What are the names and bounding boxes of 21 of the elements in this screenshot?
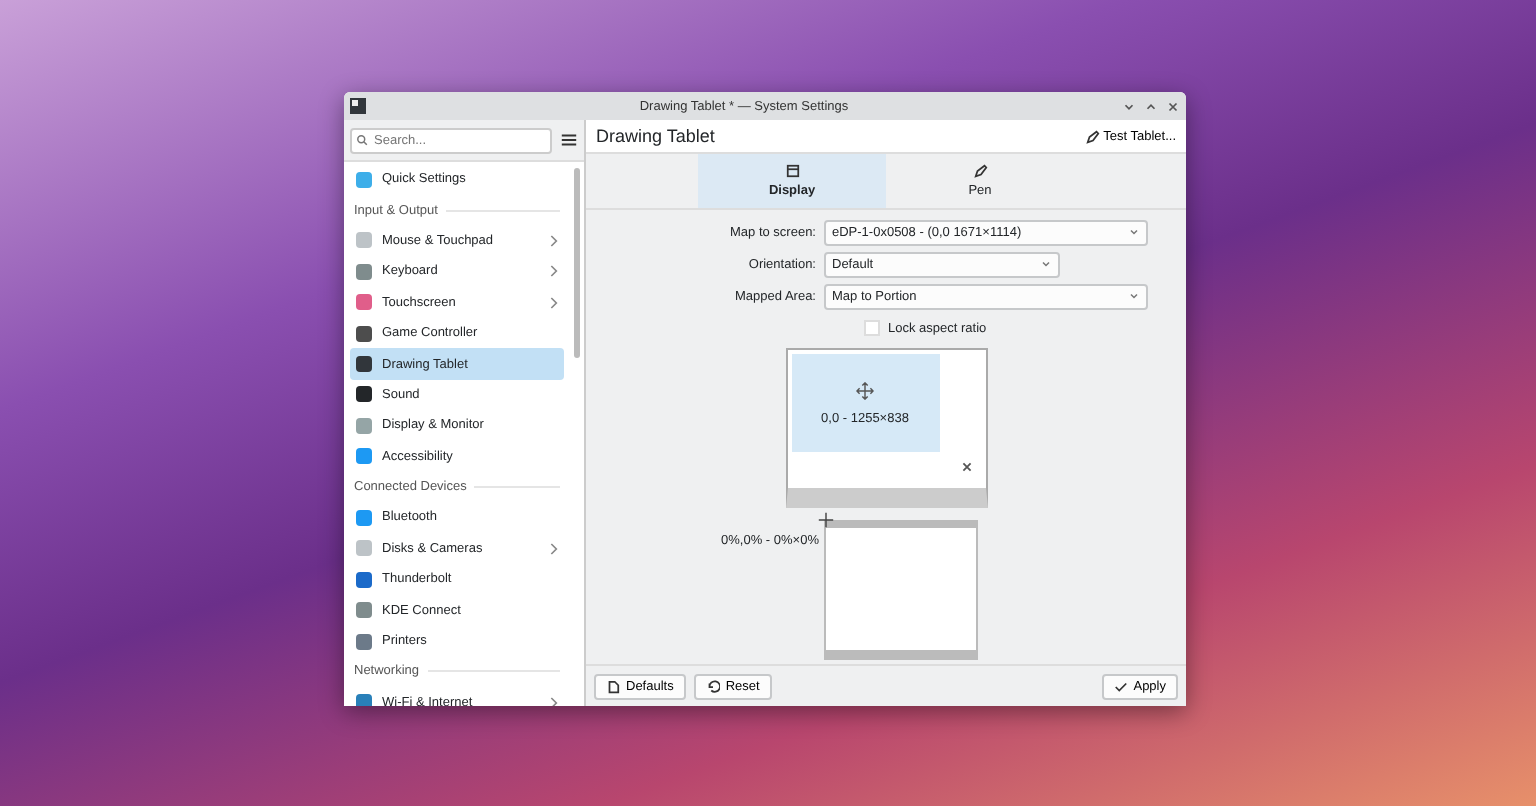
checkmark-icon (1113, 679, 1128, 693)
page-title: Drawing Tablet (596, 126, 715, 146)
close-icon[interactable] (1166, 99, 1180, 113)
search-icon (356, 133, 368, 145)
display-icon (785, 164, 799, 178)
maximize-icon[interactable] (1144, 99, 1158, 113)
app-icon (350, 98, 366, 114)
move-icon[interactable] (817, 512, 833, 528)
minimize-icon[interactable] (1122, 99, 1136, 113)
caret-icon (1128, 226, 1140, 238)
scrollbar[interactable] (574, 168, 580, 358)
pen-icon (973, 164, 987, 178)
caret-icon (1040, 258, 1052, 270)
fit-icon[interactable] (957, 458, 975, 476)
undo-icon (705, 679, 720, 693)
menu-icon[interactable] (560, 132, 578, 148)
caret-icon (1128, 290, 1140, 302)
move-icon (856, 381, 874, 399)
document-icon (606, 679, 620, 693)
checkbox[interactable] (864, 320, 880, 336)
pen-icon (1085, 129, 1100, 143)
